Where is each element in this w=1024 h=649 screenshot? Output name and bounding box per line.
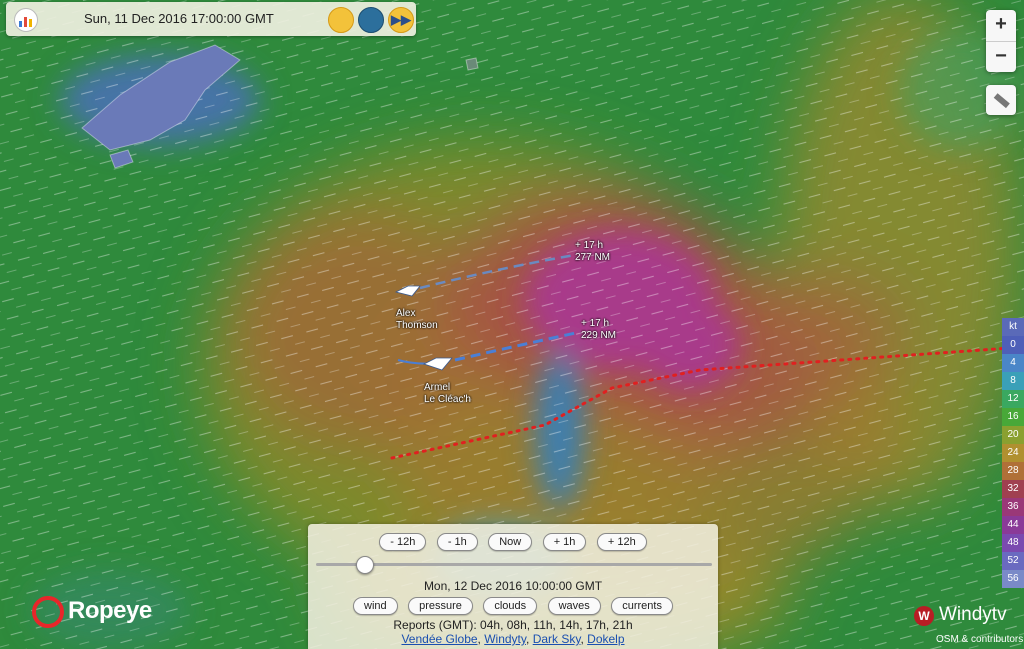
now-button[interactable]: Now <box>488 533 533 551</box>
forecast-label-thomson: + 17 h 277 NM <box>575 240 610 264</box>
legend-item: 0 <box>1002 336 1024 354</box>
time-step-buttons: - 12h - 1h Now + 1h + 12h <box>308 532 718 551</box>
legend-item: 32 <box>1002 480 1024 498</box>
reports-text: Reports (GMT): 04h, 08h, 11h, 14h, 17h, … <box>393 618 633 632</box>
ropeye-wordmark: Ropeye <box>68 597 152 624</box>
layer-currents-button[interactable]: currents <box>611 597 673 615</box>
plus-12h-button[interactable]: + 12h <box>596 533 647 551</box>
boat-name-line1: Alex <box>396 308 416 319</box>
forecast-time: + 17 h <box>575 240 604 251</box>
map-attribution[interactable]: OSM & contributors <box>936 634 1023 645</box>
current-datetime: Sun, 11 Dec 2016 17:00:00 GMT <box>84 11 274 26</box>
legend-item: 4 <box>1002 354 1024 372</box>
layer-waves-button[interactable]: waves <box>547 597 601 615</box>
legend-item: 28 <box>1002 462 1024 480</box>
forecast-label-lecleach: + 17 h 229 NM <box>581 318 616 342</box>
boat-name-line2: Thomson <box>396 320 438 331</box>
source-links: Vendée Globe, Windyty, Dark Sky, Dokelp <box>401 632 625 646</box>
sun-icon[interactable] <box>328 7 354 33</box>
minus-12h-button[interactable]: - 12h <box>379 533 427 551</box>
ruler-icon[interactable] <box>986 85 1016 115</box>
zoom-out-button[interactable]: − <box>986 42 1016 73</box>
layer-clouds-button[interactable]: clouds <box>483 597 538 615</box>
fast-forward-icon[interactable]: ▶▶ <box>388 7 414 33</box>
forecast-time: + 17 h <box>581 318 610 329</box>
time-slider[interactable] <box>316 563 712 566</box>
globe-icon[interactable] <box>358 7 384 33</box>
legend-item: 44 <box>1002 516 1024 534</box>
layer-buttons: wind pressure clouds waves currents <box>308 596 718 615</box>
legend-item: 8 <box>1002 372 1024 390</box>
zoom-control: + − <box>986 10 1016 72</box>
legend-item: 56 <box>1002 570 1024 588</box>
time-slider-handle[interactable] <box>355 556 374 574</box>
boat-label-lecleach[interactable]: Armel Le Cléac'h <box>424 382 471 406</box>
link-dark-sky[interactable]: Dark Sky <box>533 632 581 646</box>
legend-item: 16 <box>1002 408 1024 426</box>
link-windyty[interactable]: Windyty <box>484 632 526 646</box>
link-dokelp[interactable]: Dokelp <box>587 632 624 646</box>
minus-1h-button[interactable]: - 1h <box>436 533 478 551</box>
boat-label-thomson[interactable]: Alex Thomson <box>396 308 438 332</box>
legend-item: 52 <box>1002 552 1024 570</box>
windy-icon: W <box>914 606 934 626</box>
legend-item: 12 <box>1002 390 1024 408</box>
legend-item: 20 <box>1002 426 1024 444</box>
legend-item: 24 <box>1002 444 1024 462</box>
forecast-distance: 229 NM <box>581 330 617 341</box>
timeline-panel: - 12h - 1h Now + 1h + 12h Mon, 12 Dec 20… <box>308 524 718 649</box>
zoom-in-button[interactable]: + <box>986 10 1016 42</box>
forecast-distance: 277 NM <box>575 252 611 263</box>
windy-wordmark: Windytv <box>939 604 1007 625</box>
legend-unit: kt <box>1002 318 1024 336</box>
boat-name-line1: Armel <box>424 382 451 393</box>
plus-1h-button[interactable]: + 1h <box>542 533 587 551</box>
layer-pressure-button[interactable]: pressure <box>408 597 473 615</box>
legend-item: 36 <box>1002 498 1024 516</box>
island-small <box>465 57 479 71</box>
app-logo-icon[interactable] <box>14 8 38 32</box>
boat-name-line2: Le Cléac'h <box>424 394 471 405</box>
forecast-datetime: Mon, 12 Dec 2016 10:00:00 GMT <box>423 579 603 593</box>
link-vendee-globe[interactable]: Vendée Globe <box>401 632 477 646</box>
top-bar: Sun, 11 Dec 2016 17:00:00 GMT ▶▶ <box>6 2 416 36</box>
layer-wind-button[interactable]: wind <box>353 597 398 615</box>
ropeye-ring-icon <box>32 596 64 628</box>
legend-item: 48 <box>1002 534 1024 552</box>
wind-speed-legend: kt 0 4 8 12 16 20 24 28 32 36 44 48 52 5… <box>1002 318 1024 588</box>
